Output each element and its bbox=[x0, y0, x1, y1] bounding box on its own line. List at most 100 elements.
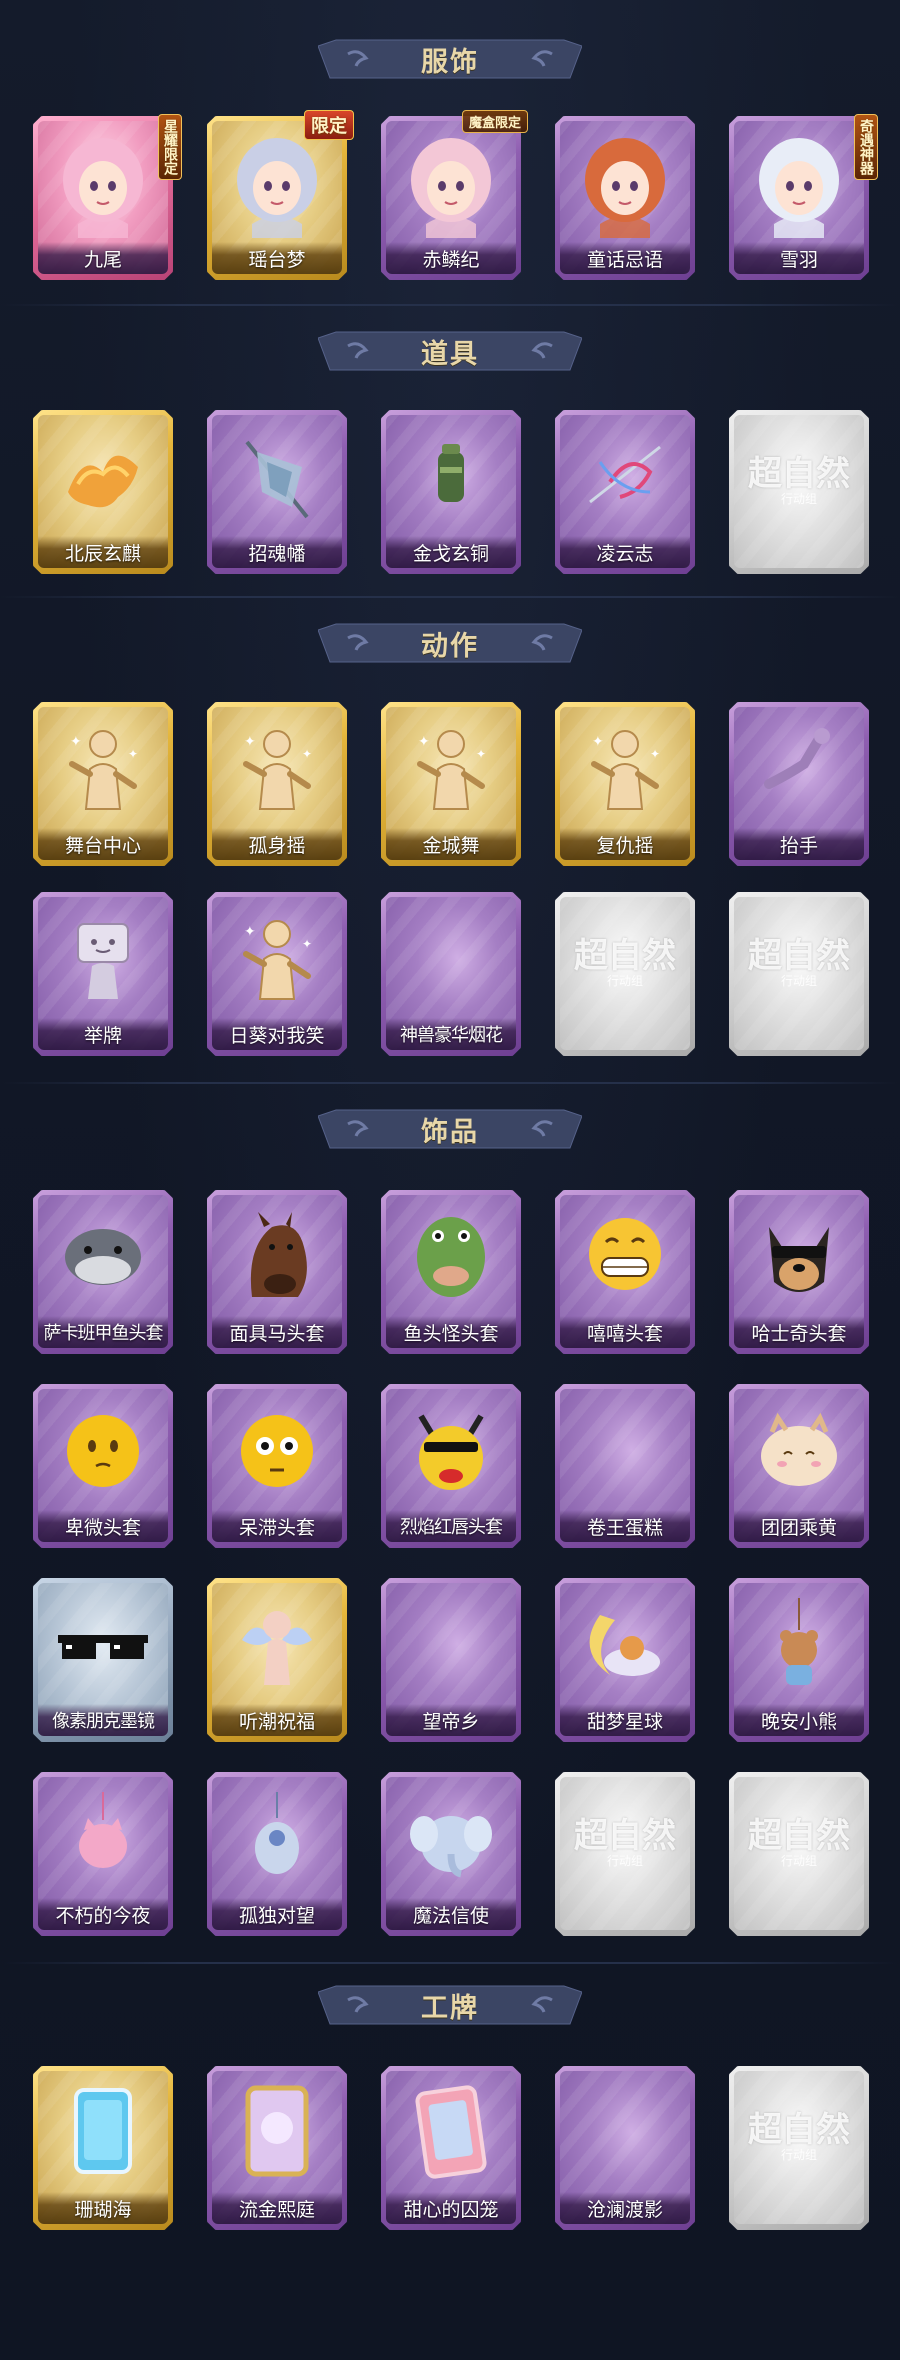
shy-emoji-icon bbox=[38, 1392, 168, 1510]
locked-item-card[interactable]: 超自然 行动组 bbox=[552, 1768, 698, 1938]
item-label-bar: 孤身摇 bbox=[212, 828, 342, 860]
page: 服饰 星耀限定 九尾 限定 瑶台梦 魔盒限定 赤鳞纪 童话忌语 奇遇神器 雪羽 道具 北辰玄麒招… bbox=[0, 0, 900, 2360]
item-card[interactable]: 不朽的今夜 bbox=[30, 1768, 176, 1938]
item-label-bar: 凌云志 bbox=[560, 536, 690, 568]
svg-text:✦: ✦ bbox=[302, 747, 312, 761]
section-divider bbox=[0, 1962, 900, 1964]
svg-text:✦: ✦ bbox=[650, 747, 660, 761]
item-card[interactable]: 面具马头套 bbox=[204, 1186, 350, 1356]
section-divider bbox=[0, 1082, 900, 1084]
item-label-bar: 晚安小熊 bbox=[734, 1704, 864, 1736]
item-card[interactable]: 魔法信使 bbox=[378, 1768, 524, 1938]
item-card[interactable]: ✦ ✦ 孤身摇 bbox=[204, 698, 350, 868]
placeholder-logo-subtitle: 行动组 bbox=[780, 492, 817, 506]
item-name: 九尾 bbox=[83, 248, 122, 271]
item-card[interactable]: 呆滞头套 bbox=[204, 1380, 350, 1550]
item-name: 日葵对我笑 bbox=[229, 1024, 325, 1047]
item-name: 孤独对望 bbox=[238, 1904, 315, 1927]
item-card[interactable]: 凌云志 bbox=[552, 406, 698, 576]
item-card[interactable]: 流金熙庭 bbox=[204, 2062, 350, 2232]
item-name: 鱼头怪头套 bbox=[403, 1322, 499, 1345]
item-card[interactable]: 限定 瑶台梦 bbox=[204, 110, 354, 282]
item-card[interactable]: 哈士奇头套 bbox=[726, 1186, 872, 1356]
item-name: 魔法信使 bbox=[412, 1904, 489, 1927]
item-card[interactable]: 举牌 bbox=[30, 888, 176, 1058]
item-name: 望帝乡 bbox=[422, 1710, 480, 1733]
placeholder-logo-subtitle: 行动组 bbox=[780, 974, 817, 988]
svg-text:✦: ✦ bbox=[302, 937, 312, 951]
locked-item-card[interactable]: 超自然 行动组 bbox=[726, 406, 872, 576]
item-card[interactable]: 像素朋克墨镜 bbox=[30, 1574, 176, 1744]
item-card[interactable]: ✦ ✦ 舞台中心 bbox=[30, 698, 176, 868]
red-hair-girl-portrait-icon bbox=[560, 124, 690, 242]
section-title: 道具 bbox=[421, 338, 479, 370]
item-card[interactable]: 金戈玄铜 bbox=[378, 406, 524, 576]
item-card[interactable]: 抬手 bbox=[726, 698, 872, 868]
section-title: 饰品 bbox=[421, 1116, 479, 1148]
frog-fish-head-icon bbox=[386, 1198, 516, 1316]
item-card[interactable]: 卷王蛋糕 bbox=[552, 1380, 698, 1550]
item-card[interactable]: ✦ ✦ 复仇摇 bbox=[552, 698, 698, 868]
item-card[interactable]: 鱼头怪头套 bbox=[378, 1186, 524, 1356]
fireworks-icon bbox=[386, 900, 516, 1018]
item-card[interactable]: ✦ ✦ 金城舞 bbox=[378, 698, 524, 868]
item-label-bar: 雪羽 bbox=[734, 242, 864, 274]
item-card[interactable]: 神兽豪华烟花 bbox=[378, 888, 524, 1058]
item-card[interactable]: 沧澜渡影 bbox=[552, 2062, 698, 2232]
section-header-props: 道具 bbox=[318, 328, 582, 374]
husky-head-icon bbox=[734, 1198, 864, 1316]
item-card[interactable]: 珊瑚海 bbox=[30, 2062, 176, 2232]
item-card[interactable]: 晚安小熊 bbox=[726, 1574, 872, 1744]
item-card[interactable]: ✦ ✦ 日葵对我笑 bbox=[204, 888, 350, 1058]
item-name: 瑶台梦 bbox=[248, 248, 306, 271]
locked-item-card[interactable]: 超自然 行动组 bbox=[552, 888, 698, 1058]
item-card[interactable]: 招魂幡 bbox=[204, 406, 350, 576]
bronze-lantern-icon bbox=[386, 418, 516, 536]
locked-item-card[interactable]: 超自然 行动组 bbox=[726, 888, 872, 1058]
item-card[interactable]: 北辰玄麒 bbox=[30, 406, 176, 576]
costume-grid: 星耀限定 九尾 限定 瑶台梦 魔盒限定 赤鳞纪 童话忌语 奇遇神器 雪羽 bbox=[30, 110, 878, 282]
placeholder-logo-subtitle: 行动组 bbox=[780, 1854, 817, 1868]
item-card[interactable]: 萨卡班甲鱼头套 bbox=[30, 1186, 176, 1356]
section-title: 动作 bbox=[421, 630, 479, 662]
item-card[interactable]: 嘻嘻头套 bbox=[552, 1186, 698, 1356]
svg-text:✦: ✦ bbox=[244, 924, 256, 940]
item-card[interactable]: 甜心的囚笼 bbox=[378, 2062, 524, 2232]
item-label-bar: 嘻嘻头套 bbox=[560, 1316, 690, 1348]
fish-head-icon bbox=[38, 1198, 168, 1316]
item-card[interactable]: 魔盒限定赤鳞纪 bbox=[378, 110, 528, 282]
item-card[interactable]: 孤独对望 bbox=[204, 1768, 350, 1938]
item-name: 金城舞 bbox=[422, 834, 480, 857]
item-name: 萨卡班甲鱼头套 bbox=[43, 1323, 164, 1344]
item-card[interactable]: 听潮祝福 bbox=[204, 1574, 350, 1744]
item-name: 甜心的囚笼 bbox=[403, 2198, 499, 2221]
section-header-costume: 服饰 bbox=[318, 36, 582, 82]
item-card[interactable]: 奇遇神器雪羽 bbox=[726, 112, 878, 282]
item-label-bar: 金城舞 bbox=[386, 828, 516, 860]
locked-item-card[interactable]: 超自然 行动组 bbox=[726, 1768, 872, 1938]
locked-item-card[interactable]: 超自然 行动组 bbox=[726, 2062, 872, 2232]
dragon-girl-portrait-icon bbox=[386, 124, 516, 242]
item-label-bar: 招魂幡 bbox=[212, 536, 342, 568]
limited-badge: 奇遇神器 bbox=[854, 114, 878, 180]
item-card[interactable]: 烈焰红唇头套 bbox=[378, 1380, 524, 1550]
section-header-accessories: 饰品 bbox=[318, 1106, 582, 1152]
blue-charm-icon bbox=[212, 1780, 342, 1898]
limited-badge: 魔盒限定 bbox=[461, 110, 528, 133]
item-label-bar: 赤鳞纪 bbox=[386, 242, 516, 274]
item-label-bar: 北辰玄麒 bbox=[38, 536, 168, 568]
placeholder-logo-title: 超自然 bbox=[748, 1816, 850, 1856]
item-label-bar: 卑微头套 bbox=[38, 1510, 168, 1542]
item-card[interactable]: 团团乘黄 bbox=[726, 1380, 872, 1550]
item-card[interactable]: 望帝乡 bbox=[378, 1574, 524, 1744]
item-card[interactable]: 童话忌语 bbox=[552, 112, 698, 282]
item-label-bar: 团团乘黄 bbox=[734, 1510, 864, 1542]
section-divider bbox=[0, 596, 900, 598]
item-label-bar: 舞台中心 bbox=[38, 828, 168, 860]
item-card[interactable]: 卑微头套 bbox=[30, 1380, 176, 1550]
item-name: 晚安小熊 bbox=[760, 1710, 837, 1733]
item-card[interactable]: 甜梦星球 bbox=[552, 1574, 698, 1744]
item-label-bar: 流金熙庭 bbox=[212, 2192, 342, 2224]
item-card[interactable]: 星耀限定 九尾 bbox=[30, 112, 182, 282]
item-name: 招魂幡 bbox=[248, 542, 306, 565]
